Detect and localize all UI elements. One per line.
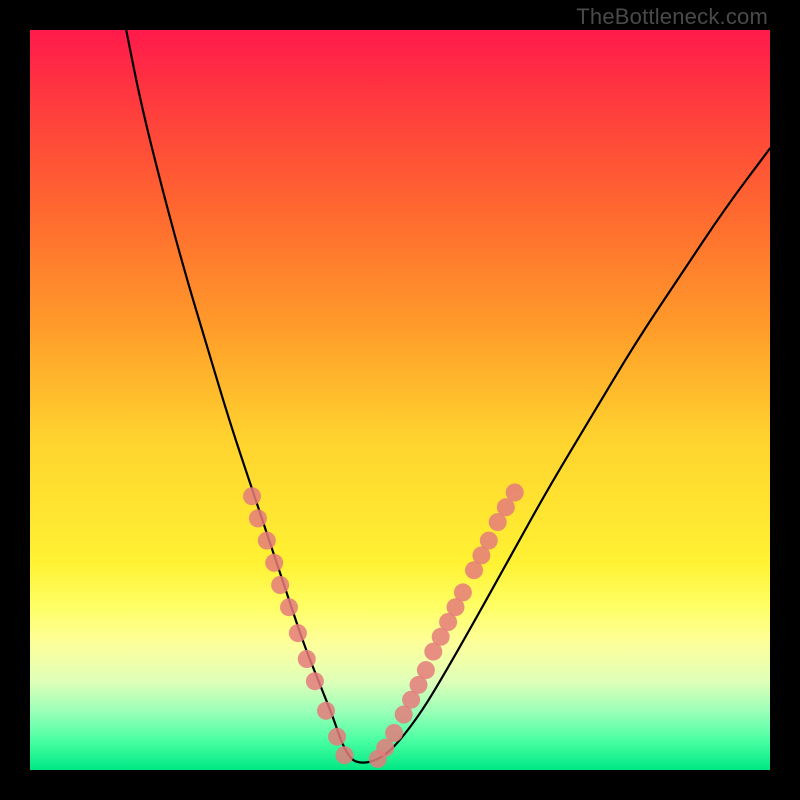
highlight-dot <box>271 576 289 594</box>
curve-layer <box>30 30 770 770</box>
highlight-dot <box>454 583 472 601</box>
highlight-dot <box>265 554 283 572</box>
highlight-dot <box>280 598 298 616</box>
highlight-dot <box>480 532 498 550</box>
highlight-dot <box>506 484 524 502</box>
watermark-text: TheBottleneck.com <box>576 4 768 30</box>
highlight-dot <box>258 532 276 550</box>
chart-frame: TheBottleneck.com <box>0 0 800 800</box>
highlight-dot <box>336 746 354 764</box>
highlight-dot <box>289 624 307 642</box>
highlight-dot <box>298 650 316 668</box>
bottleneck-curve <box>126 30 770 763</box>
highlight-dot <box>317 702 335 720</box>
highlight-dot <box>306 672 324 690</box>
highlight-dot <box>385 724 403 742</box>
highlight-dot <box>249 509 267 527</box>
highlight-dot <box>417 661 435 679</box>
highlight-dot <box>328 728 346 746</box>
plot-area <box>30 30 770 770</box>
highlight-dot <box>243 487 261 505</box>
